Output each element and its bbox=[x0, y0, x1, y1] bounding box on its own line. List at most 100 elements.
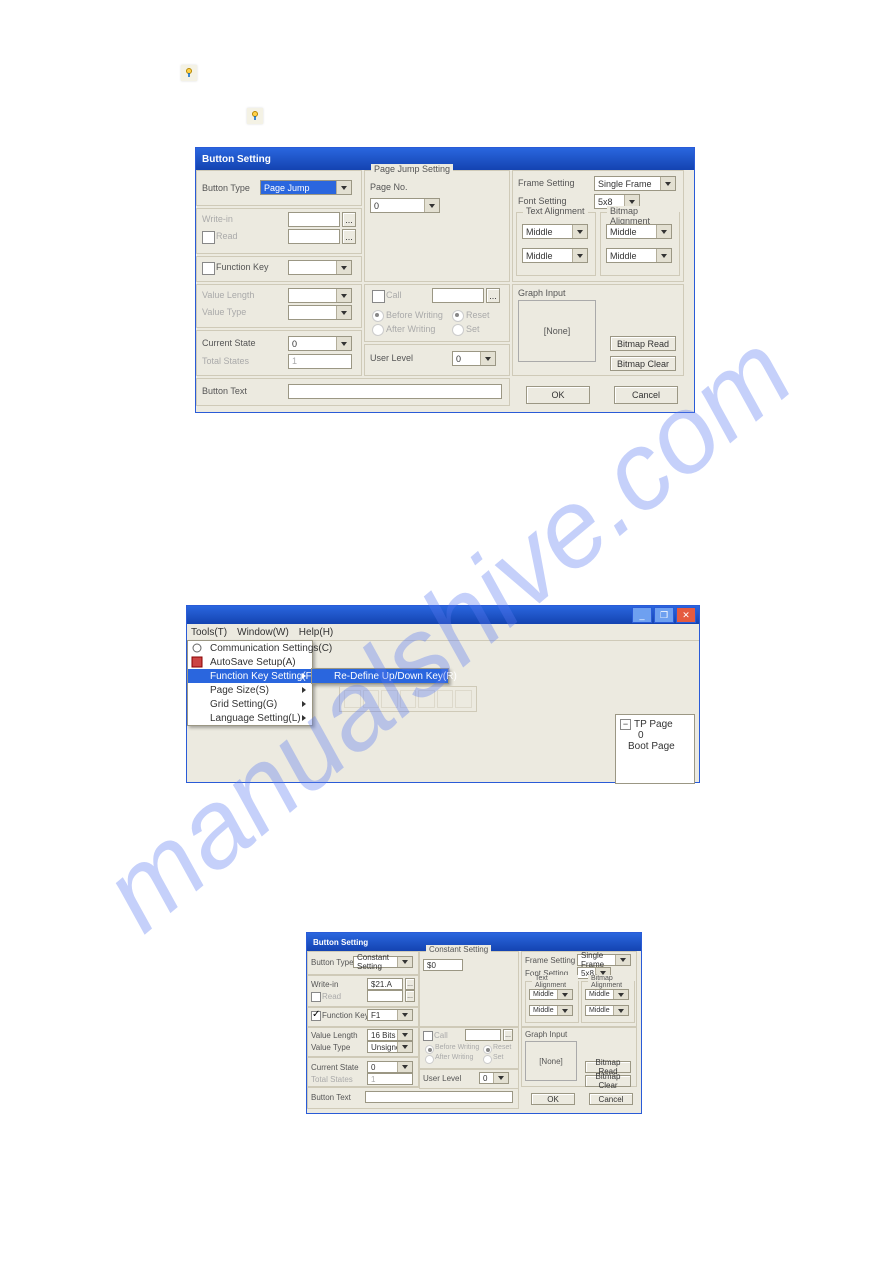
button-text-input[interactable] bbox=[288, 384, 502, 399]
menu-help[interactable]: Help(H) bbox=[299, 627, 333, 638]
call-browse-button[interactable]: ... bbox=[486, 288, 500, 303]
mi-grid-setting[interactable]: Grid Setting(G) bbox=[188, 697, 312, 711]
mi-redefine-updown[interactable]: Re-Define Up/Down Key(R) bbox=[312, 669, 448, 683]
menubar: Tools(T) Window(W) Help(H) bbox=[187, 624, 699, 641]
text-align-h-select[interactable]: Middle bbox=[522, 224, 588, 239]
reset-radio[interactable] bbox=[452, 310, 464, 322]
read-browse-button[interactable]: ... bbox=[342, 229, 356, 244]
page-tree[interactable]: −TP Page 0 Boot Page bbox=[615, 714, 695, 784]
minimize-button[interactable]: _ bbox=[632, 607, 652, 623]
mi-autosave[interactable]: AutoSave Setup(A) bbox=[188, 655, 312, 669]
call-checkbox[interactable] bbox=[372, 290, 385, 303]
d2-value-type-select[interactable]: Unsigned bbox=[367, 1041, 413, 1053]
tool-btn-4[interactable] bbox=[400, 690, 417, 708]
page-no-select[interactable]: 0 bbox=[370, 198, 440, 213]
maximize-button[interactable]: ❐ bbox=[654, 607, 674, 623]
frame-setting-select[interactable]: Single Frame bbox=[594, 176, 676, 191]
bitmap-alignment-title: Bitmap Alignment bbox=[607, 206, 679, 226]
value-length-select[interactable] bbox=[288, 288, 352, 303]
d2-cancel-button[interactable]: Cancel bbox=[589, 1093, 633, 1105]
value-type-select[interactable] bbox=[288, 305, 352, 320]
d2-user-level-select[interactable]: 0 bbox=[479, 1072, 509, 1084]
d2-call-browse[interactable]: ... bbox=[503, 1029, 513, 1041]
d2-after-writing-radio[interactable] bbox=[425, 1055, 434, 1064]
menu-window[interactable]: Window(W) bbox=[237, 627, 289, 638]
after-writing-radio[interactable] bbox=[372, 324, 384, 336]
set-radio[interactable] bbox=[452, 324, 464, 336]
page-no-label: Page No. bbox=[370, 182, 408, 192]
d2-total-states-input: 1 bbox=[367, 1073, 413, 1085]
mi-page-size[interactable]: Page Size(S) bbox=[188, 683, 312, 697]
d2-call-checkbox[interactable] bbox=[423, 1031, 433, 1041]
ok-button[interactable]: OK bbox=[526, 386, 590, 404]
user-level-select[interactable]: 0 bbox=[452, 351, 496, 366]
d2-bitmap-align-h[interactable]: Middle bbox=[585, 989, 629, 1000]
d2-total-states-label: Total States bbox=[311, 1075, 353, 1084]
d2-before-writing-radio[interactable] bbox=[425, 1045, 434, 1054]
d2-function-key-label: Function Key bbox=[322, 1011, 369, 1020]
write-in-browse-button[interactable]: ... bbox=[342, 212, 356, 227]
group-text-alignment: Text Alignment bbox=[516, 212, 596, 276]
d2-value-length-select[interactable]: 16 Bits bbox=[367, 1029, 413, 1041]
d2-read-input[interactable] bbox=[367, 990, 403, 1002]
current-state-label: Current State bbox=[202, 338, 256, 348]
d2-write-browse[interactable]: ... bbox=[405, 978, 415, 990]
d2-call-label: Call bbox=[434, 1031, 448, 1040]
before-writing-radio[interactable] bbox=[372, 310, 384, 322]
d2-function-key-select[interactable]: F1 bbox=[367, 1009, 413, 1021]
d2-bitmap-clear[interactable]: Bitmap Clear bbox=[585, 1075, 631, 1087]
d2-reset-radio[interactable] bbox=[483, 1045, 492, 1054]
tool-btn-1[interactable] bbox=[344, 690, 361, 708]
function-key-select[interactable] bbox=[288, 260, 352, 275]
d2-write-in-input[interactable]: $21.A bbox=[367, 978, 403, 990]
d2-bitmap-align-v[interactable]: Middle bbox=[585, 1005, 629, 1016]
current-state-select[interactable]: 0 bbox=[288, 336, 352, 351]
d2-current-state-select[interactable]: 0 bbox=[367, 1061, 413, 1073]
total-states-input: 1 bbox=[288, 354, 352, 369]
d2-constant-input[interactable]: $0 bbox=[423, 959, 463, 971]
tree-page-0[interactable]: 0 bbox=[620, 730, 690, 741]
bitmap-align-h-select[interactable]: Middle bbox=[606, 224, 672, 239]
bitmap-read-button[interactable]: Bitmap Read bbox=[610, 336, 676, 351]
collapse-icon[interactable]: − bbox=[620, 719, 631, 730]
d2-read-checkbox[interactable] bbox=[311, 992, 321, 1002]
d2-function-key-checkbox[interactable] bbox=[311, 1011, 321, 1021]
read-checkbox[interactable] bbox=[202, 231, 215, 244]
d2-call-input[interactable] bbox=[465, 1029, 501, 1041]
button-type-select[interactable]: Page Jump bbox=[260, 180, 352, 195]
d2-button-type-select[interactable]: Constant Setting bbox=[353, 956, 413, 968]
tool-btn-7[interactable] bbox=[455, 690, 472, 708]
d2-ok-button[interactable]: OK bbox=[531, 1093, 575, 1105]
function-key-checkbox[interactable] bbox=[202, 262, 215, 275]
d2-text-align-h[interactable]: Middle bbox=[529, 989, 573, 1000]
submenu-function-key: Re-Define Up/Down Key(R) bbox=[311, 668, 449, 684]
tool-btn-3[interactable] bbox=[381, 690, 398, 708]
tool-btn-5[interactable] bbox=[418, 690, 435, 708]
write-in-input[interactable] bbox=[288, 212, 340, 227]
value-type-label: Value Type bbox=[202, 307, 246, 317]
d2-button-text-input[interactable] bbox=[365, 1091, 513, 1103]
tree-boot-page[interactable]: Boot Page bbox=[620, 741, 690, 752]
bitmap-align-v-select[interactable]: Middle bbox=[606, 248, 672, 263]
call-input[interactable] bbox=[432, 288, 484, 303]
bitmap-clear-button[interactable]: Bitmap Clear bbox=[610, 356, 676, 371]
d2-value-type-label: Value Type bbox=[311, 1043, 350, 1052]
d2-text-align-v[interactable]: Middle bbox=[529, 1005, 573, 1016]
menu-tools[interactable]: Tools(T) bbox=[191, 627, 227, 638]
cancel-button[interactable]: Cancel bbox=[614, 386, 678, 404]
mi-comm-settings[interactable]: Communication Settings(C) bbox=[188, 641, 312, 655]
tree-tp-page[interactable]: −TP Page bbox=[620, 719, 690, 730]
d2-set-radio[interactable] bbox=[483, 1055, 492, 1064]
text-alignment-title: Text Alignment bbox=[523, 206, 588, 216]
d2-frame-setting-select[interactable]: Single Frame bbox=[577, 954, 631, 966]
tool-btn-2[interactable] bbox=[363, 690, 380, 708]
floating-toolbar[interactable] bbox=[339, 686, 477, 712]
close-button[interactable]: ✕ bbox=[676, 607, 696, 623]
mi-function-key-setting[interactable]: Function Key Setting(F) bbox=[188, 669, 312, 683]
mi-language-setting[interactable]: Language Setting(L) bbox=[188, 711, 312, 725]
read-input[interactable] bbox=[288, 229, 340, 244]
disk-icon bbox=[191, 656, 203, 668]
d2-read-browse[interactable]: ... bbox=[405, 990, 415, 1002]
text-align-v-select[interactable]: Middle bbox=[522, 248, 588, 263]
tool-btn-6[interactable] bbox=[437, 690, 454, 708]
